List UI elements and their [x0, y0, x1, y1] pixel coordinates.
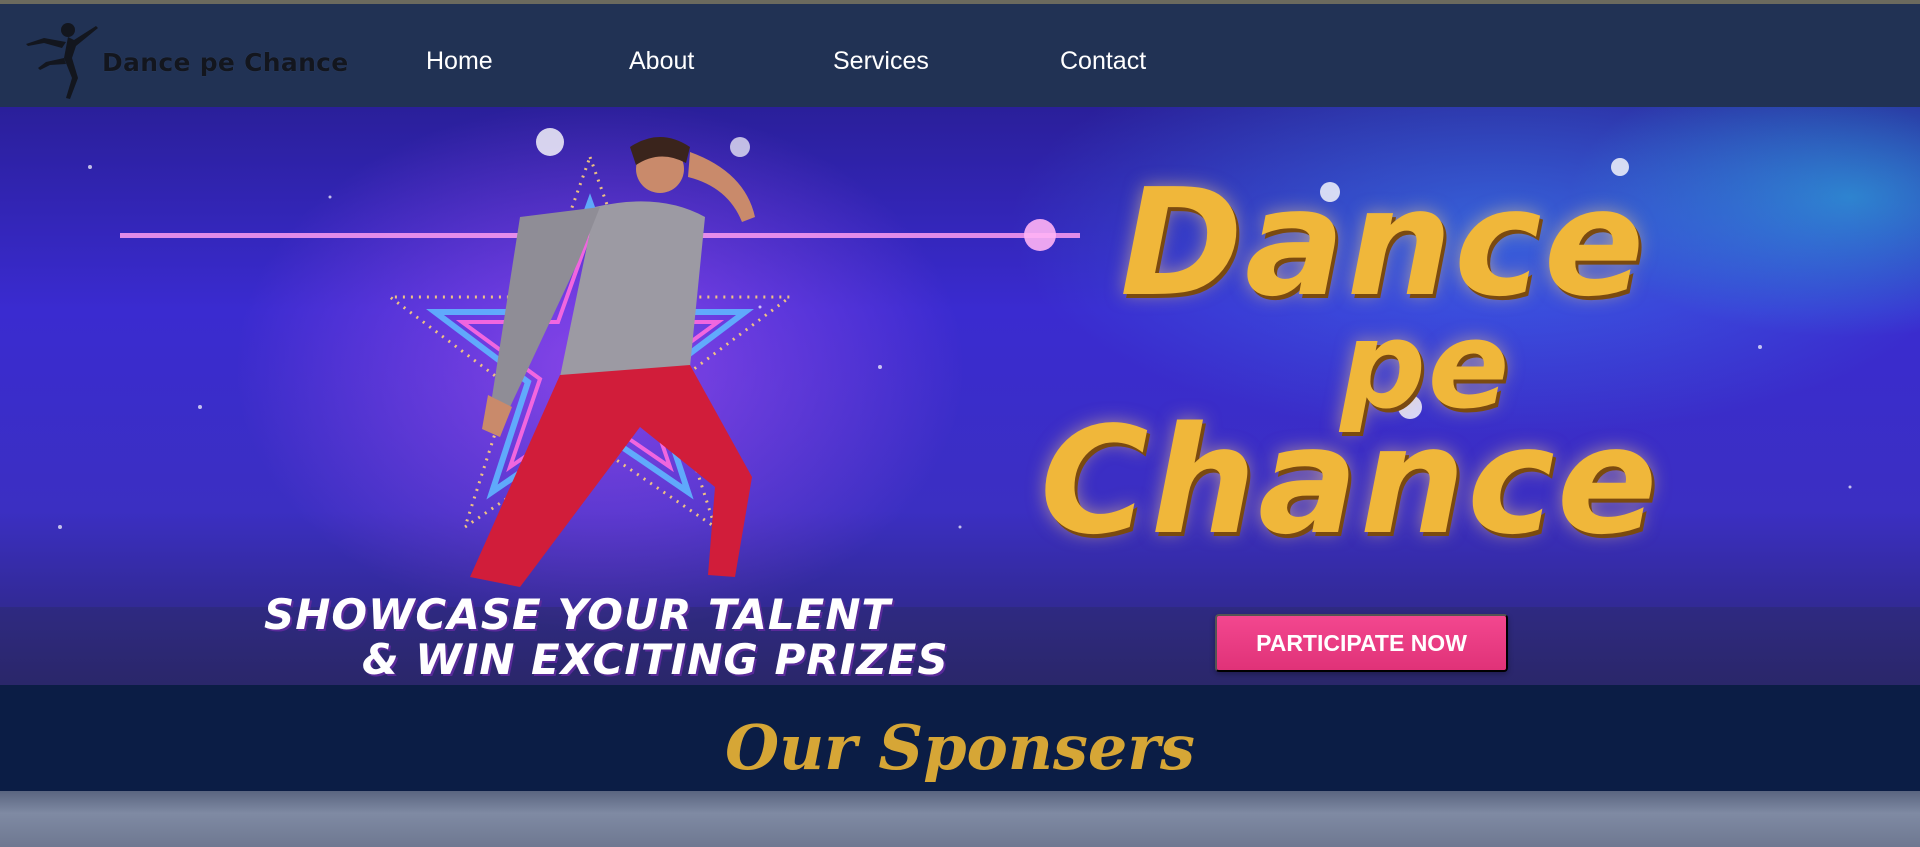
- logo[interactable]: Dance pe Chance: [24, 18, 364, 102]
- brand-name: Dance pe Chance: [102, 48, 349, 77]
- hero-tagline-line2: & WIN EXCITING PRIZES: [362, 635, 949, 684]
- navbar: Dance pe Chance Home About Services Cont…: [0, 4, 1920, 107]
- dancer-silhouette-icon: [26, 23, 98, 99]
- dancer-figure: [470, 137, 755, 587]
- sponsors-strip: [0, 791, 1920, 847]
- hero-title-line1: Dance: [1120, 157, 1647, 329]
- hero-title-line3: Chance: [1040, 395, 1660, 567]
- nav-services-link[interactable]: Services: [833, 47, 929, 76]
- sponsors-heading: Our Sponsers: [725, 711, 1195, 784]
- participate-now-button[interactable]: PARTICIPATE NOW: [1215, 614, 1508, 672]
- sponsors-section: Our Sponsers: [0, 685, 1920, 791]
- nav-about-link[interactable]: About: [629, 47, 694, 76]
- hero-tagline-line1: SHOWCASE YOUR TALENT: [264, 590, 892, 639]
- nav-contact-link[interactable]: Contact: [1060, 47, 1146, 76]
- nav-home-link[interactable]: Home: [426, 47, 493, 76]
- hero-banner: Dance pe Chance SHOWCASE YOUR TALENT & W…: [0, 107, 1920, 685]
